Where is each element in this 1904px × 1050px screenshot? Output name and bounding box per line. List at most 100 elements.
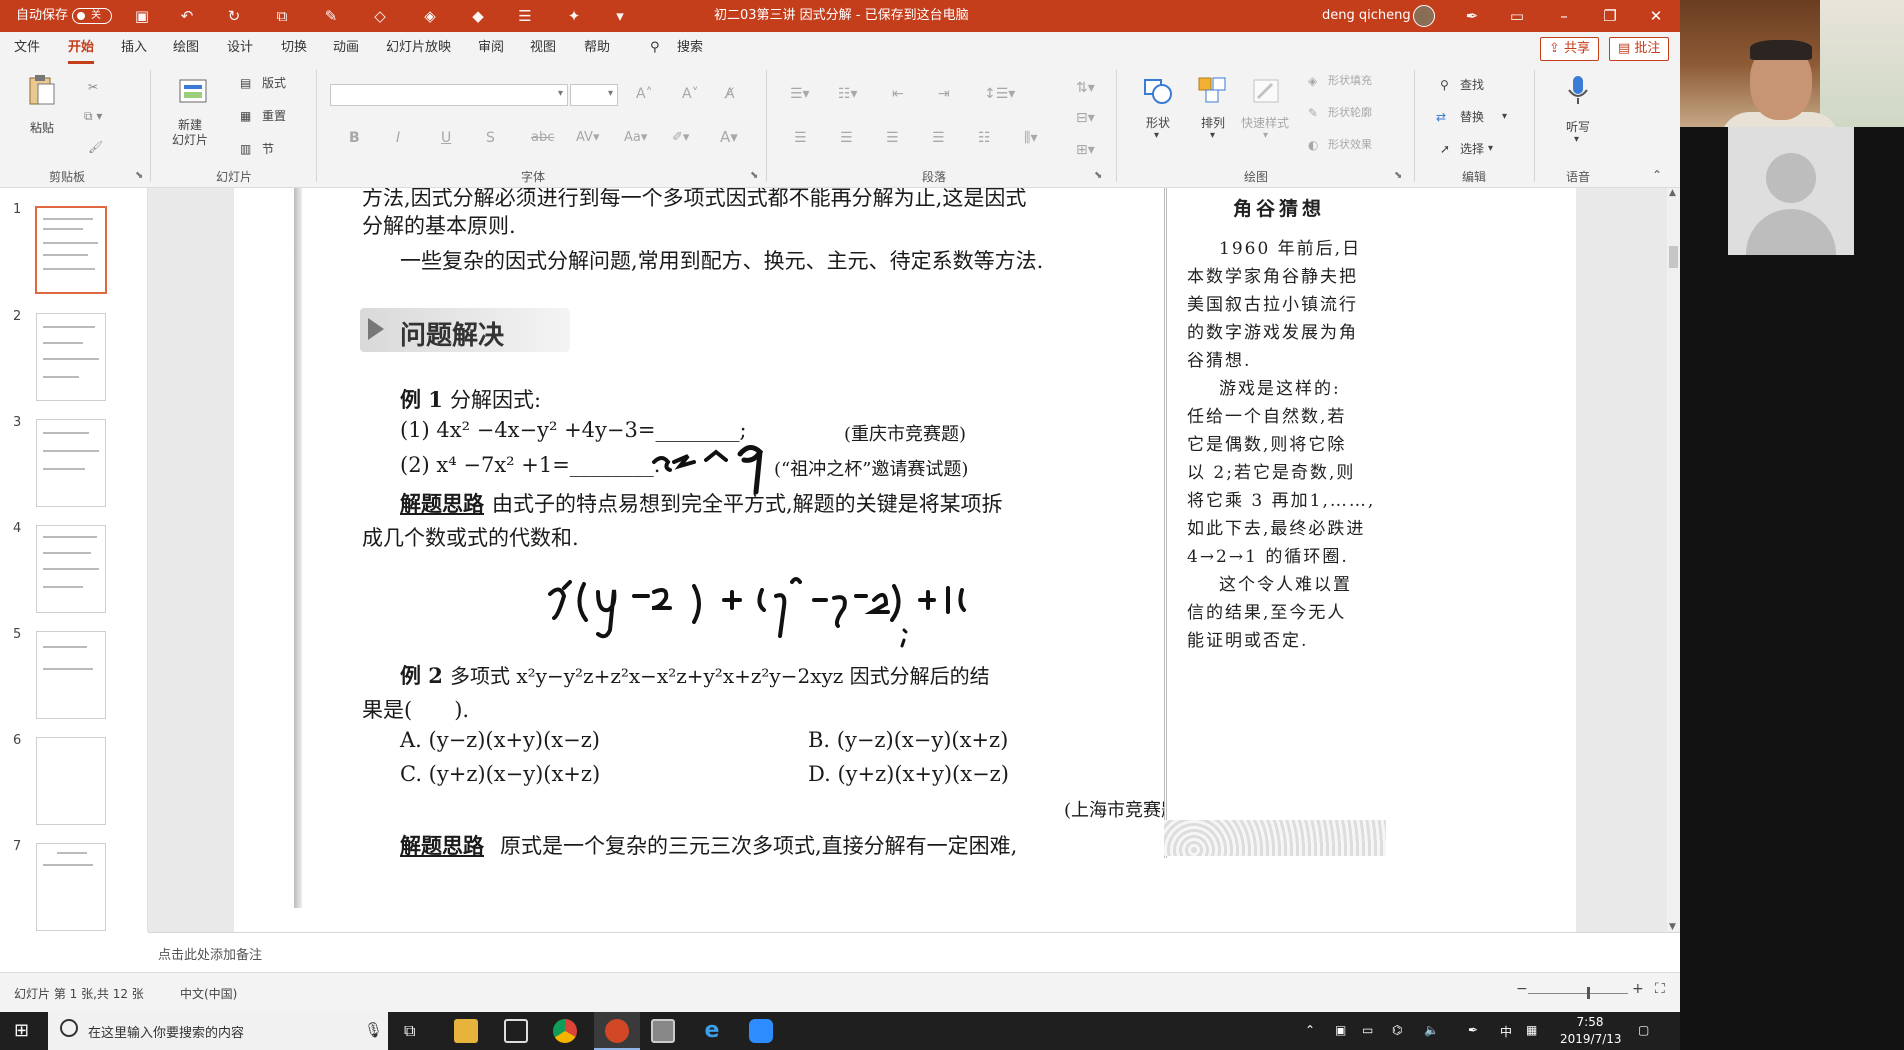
search-icon[interactable]: ⚲ — [650, 32, 660, 64]
tab-insert[interactable]: 插入 — [121, 32, 147, 64]
select-icon[interactable]: ➚ — [1440, 138, 1450, 160]
chevron-down-icon[interactable]: ▾ — [1574, 134, 1579, 145]
scroll-up-icon[interactable]: ▲ — [1669, 188, 1676, 198]
zoom-out-icon[interactable]: − — [1516, 981, 1528, 997]
slide-thumbnail[interactable] — [36, 419, 106, 507]
pen-workspace-icon[interactable]: ✒ — [1468, 1023, 1478, 1037]
zoom-slider[interactable] — [1528, 993, 1628, 994]
redo-icon[interactable]: ↻ — [225, 7, 243, 25]
increase-indent-icon[interactable]: ⇥ — [938, 86, 950, 102]
align-icon[interactable]: ☰ — [516, 7, 534, 25]
shape-effects-icon[interactable]: ◐ — [1308, 134, 1318, 156]
format-painter-icon[interactable]: 🖌 — [88, 140, 103, 154]
microphone-icon[interactable]: 🎙 — [364, 1021, 383, 1039]
copy-icon[interactable]: ⧉ ▾ — [84, 109, 102, 124]
network-icon[interactable]: ▣ — [1335, 1023, 1346, 1037]
align-center-icon[interactable]: ☰ — [840, 130, 853, 146]
search-label[interactable]: 搜索 — [677, 32, 703, 64]
line-spacing-icon[interactable]: ↕☰▾ — [984, 86, 1015, 102]
clipboard-launcher-icon[interactable]: ⬊ — [135, 170, 143, 181]
tab-design[interactable]: 设计 — [227, 32, 253, 64]
font-family-select[interactable]: ▾ — [330, 84, 568, 106]
undo-icon[interactable]: ↶ — [178, 7, 196, 25]
notes-placeholder[interactable]: 点击此处添加备注 — [158, 944, 262, 963]
zoom-app-icon[interactable] — [749, 1019, 773, 1043]
decrease-indent-icon[interactable]: ⇤ — [892, 86, 904, 102]
dictate-button[interactable]: 听写 — [1566, 118, 1590, 135]
columns-icon[interactable]: ⫼▾ — [1024, 130, 1037, 146]
numbering-icon[interactable]: ☷▾ — [838, 86, 858, 102]
ribbon-display-icon[interactable]: ▭ — [1508, 7, 1526, 25]
file-explorer-icon[interactable] — [454, 1019, 478, 1043]
tab-transitions[interactable]: 切换 — [281, 32, 307, 64]
bullets-icon[interactable]: ☰▾ — [790, 86, 810, 102]
text-direction-icon[interactable]: ⇅▾ — [1076, 80, 1095, 96]
cut-icon[interactable]: ✂ — [88, 80, 98, 94]
select-button[interactable]: 选择 — [1460, 138, 1484, 160]
shrink-font-icon[interactable]: A˅ — [682, 86, 699, 102]
layout-button[interactable]: 版式 — [262, 72, 286, 94]
tab-review[interactable]: 审阅 — [478, 32, 504, 64]
share-button[interactable]: ⇪ 共享 — [1540, 37, 1600, 61]
char-spacing-icon[interactable]: AV▾ — [576, 130, 599, 145]
slide-thumbnail[interactable] — [36, 631, 106, 719]
align-right-icon[interactable]: ☰ — [886, 130, 899, 146]
maximize-button[interactable]: ❐ — [1587, 0, 1633, 32]
tab-file[interactable]: 文件 — [14, 32, 40, 64]
shape-fill-button[interactable]: 形状填充 — [1328, 70, 1372, 92]
battery-icon[interactable]: ▭ — [1362, 1023, 1373, 1037]
pen-app-icon[interactable] — [504, 1019, 528, 1043]
chevron-down-icon[interactable]: ▾ — [1263, 130, 1268, 141]
customize-qat-icon[interactable]: ▾ — [611, 7, 629, 25]
collapse-ribbon-icon[interactable]: ⌃ — [1652, 168, 1662, 182]
arrange-button[interactable]: 排列 — [1201, 114, 1225, 131]
powerpoint-taskbar-item[interactable] — [594, 1012, 640, 1050]
slide-canvas[interactable]: 方法,因式分解必须进行到每一个多项式因式都不能再分解为止,这是因式 分解的基本原… — [234, 188, 1576, 932]
close-button[interactable]: ✕ — [1633, 0, 1679, 32]
pen-icon[interactable]: ✎ — [322, 7, 340, 25]
reset-icon[interactable]: ▦ — [240, 105, 251, 127]
zoom-in-icon[interactable]: + — [1632, 981, 1644, 997]
shape-fill-icon[interactable]: ◈ — [1308, 70, 1317, 92]
language-indicator[interactable]: 中文(中国) — [180, 985, 237, 1002]
paste-button[interactable]: 粘贴 — [30, 119, 54, 136]
tab-draw[interactable]: 绘图 — [173, 32, 199, 64]
find-icon[interactable]: ⚲ — [1440, 74, 1449, 96]
tab-home[interactable]: 开始 — [68, 32, 95, 64]
scrollbar-thumb[interactable] — [1669, 246, 1678, 268]
bold-icon[interactable]: B — [349, 130, 360, 146]
find-button[interactable]: 查找 — [1460, 74, 1484, 96]
user-avatar[interactable] — [1413, 5, 1435, 27]
taskbar-search[interactable]: 在这里输入你要搜索的内容 🎙 — [48, 1012, 388, 1050]
replace-icon[interactable]: ⇄ — [1436, 106, 1446, 128]
save-icon[interactable]: ▣ — [133, 7, 151, 25]
ime-mode-icon[interactable]: ▦ — [1526, 1023, 1537, 1037]
tab-slideshow[interactable]: 幻灯片放映 — [386, 32, 451, 64]
autosave-toggle[interactable]: 关 — [72, 8, 112, 24]
fill-icon[interactable]: ◆ — [469, 7, 487, 25]
change-case-icon[interactable]: Aa▾ — [624, 130, 647, 145]
chrome-icon[interactable] — [553, 1019, 577, 1043]
volume-icon[interactable]: 🔈 — [1424, 1023, 1439, 1037]
present-icon[interactable]: ⧉ — [273, 7, 291, 25]
section-icon[interactable]: ▥ — [240, 138, 251, 160]
replace-button[interactable]: 替换 — [1460, 106, 1484, 128]
edge-icon[interactable]: e — [700, 1019, 724, 1043]
comments-button[interactable]: ▤ 批注 — [1609, 37, 1670, 61]
arrange-icon[interactable] — [1197, 76, 1229, 108]
shapes-icon[interactable] — [1142, 76, 1174, 108]
font-size-select[interactable]: ▾ — [570, 84, 618, 106]
chevron-down-icon[interactable]: ▾ — [1210, 130, 1215, 141]
slide-thumbnail[interactable] — [36, 525, 106, 613]
chevron-down-icon[interactable]: ▾ — [1488, 138, 1493, 160]
italic-icon[interactable]: I — [396, 130, 400, 146]
tab-help[interactable]: 帮助 — [584, 32, 610, 64]
minimize-button[interactable]: – — [1541, 0, 1587, 32]
font-launcher-icon[interactable]: ⬊ — [750, 170, 758, 181]
shape-icon[interactable]: ◇ — [371, 7, 389, 25]
paste-icon[interactable] — [26, 74, 58, 106]
task-view-icon[interactable]: ⧉ — [404, 1021, 415, 1041]
fit-to-window-icon[interactable]: ⛶ — [1655, 981, 1665, 997]
ime-indicator[interactable]: 中 — [1500, 1023, 1512, 1040]
screen-capture-icon[interactable] — [651, 1019, 675, 1043]
